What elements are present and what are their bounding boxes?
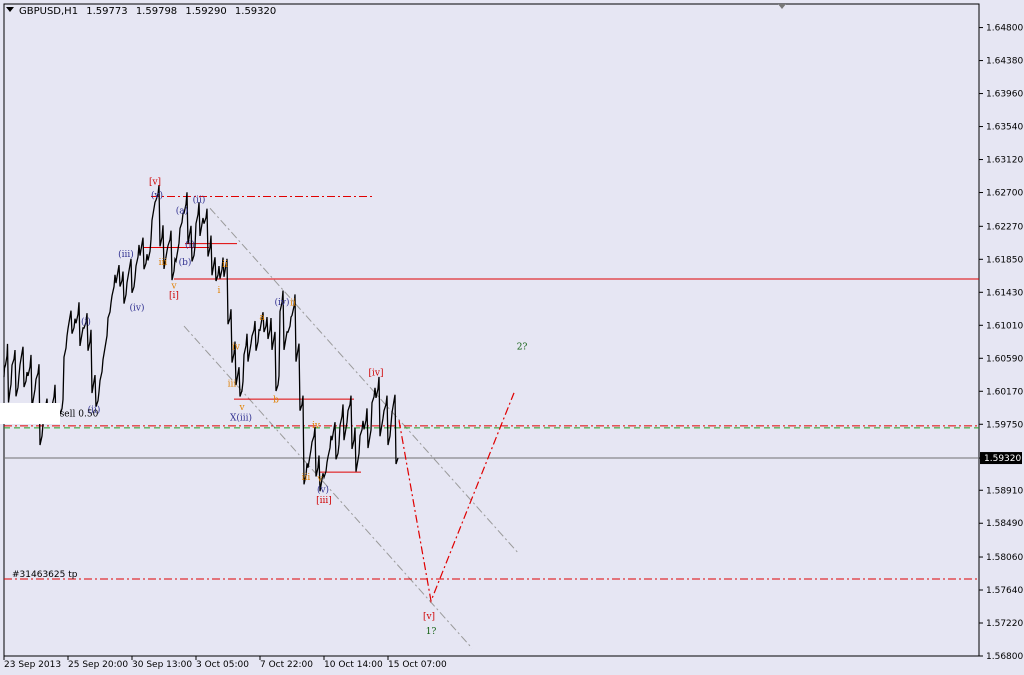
wave-label: v — [316, 475, 323, 485]
wave-label: i — [218, 286, 221, 296]
y-tick-label: 1.61010 — [986, 321, 1023, 331]
wave-label: X(iii) — [230, 412, 252, 423]
wave-label: (i) — [81, 317, 91, 328]
wave-label: (i) — [185, 240, 195, 251]
wave-label: iv — [232, 343, 241, 353]
wave-label: (b) — [179, 257, 192, 268]
wave-label: iii — [228, 380, 237, 390]
y-tick-label: 1.58490 — [986, 519, 1023, 529]
y-tick-label: 1.63540 — [986, 123, 1023, 133]
wave-label: [iii] — [316, 496, 332, 506]
wave-label: 1? — [426, 627, 437, 637]
wave-label: iii — [302, 473, 311, 483]
y-tick-label: 1.63120 — [986, 156, 1023, 166]
y-tick-label: 1.61850 — [986, 255, 1023, 265]
wave-label: (v) — [317, 485, 329, 496]
x-tick-label: 3 Oct 05:00 — [196, 660, 249, 670]
wave-label: sell 0.50 — [60, 409, 99, 419]
plot-frame — [3, 3, 980, 657]
y-tick-label: 1.62270 — [986, 222, 1023, 232]
y-tick-label: 1.58910 — [986, 486, 1023, 496]
x-tick-label: 30 Sep 13:00 — [132, 660, 192, 670]
wave-label: b — [273, 395, 279, 405]
projection-path — [398, 392, 515, 604]
channel-upper — [209, 207, 520, 555]
wave-label: [v] — [423, 612, 435, 622]
y-tick-label: 1.57640 — [986, 586, 1023, 596]
wave-label: a — [259, 313, 265, 323]
y-tick-label: 1.56800 — [986, 652, 1023, 662]
wave-label: ii — [222, 260, 228, 270]
scroll-marker-icon — [778, 4, 786, 9]
y-tick-label: 1.61430 — [986, 288, 1023, 298]
wave-label: iii — [159, 258, 168, 268]
x-tick-label: 10 Oct 14:00 — [324, 660, 383, 670]
y-tick-label: 1.60170 — [986, 387, 1023, 397]
y-tick-label: 1.57220 — [986, 619, 1023, 629]
wave-label: [v] — [149, 178, 161, 188]
chart[interactable]: GBPUSD,H1 1.59773 1.59798 1.59290 1.5932… — [0, 0, 1024, 675]
wave-label: ii — [290, 299, 296, 309]
y-tick-label: 1.60590 — [986, 354, 1023, 364]
wave-label: v — [238, 403, 245, 413]
current-price-label: 1.59320 — [984, 454, 1021, 464]
x-tick-label: 15 Oct 07:00 — [388, 660, 447, 670]
y-tick-label: 1.59750 — [986, 420, 1023, 430]
y-tick-label: 1.62700 — [986, 189, 1023, 199]
wave-label: (iv) — [275, 297, 290, 308]
x-tick-label: 7 Oct 22:00 — [260, 660, 313, 670]
wave-label: (iii) — [118, 249, 134, 260]
y-tick-label: 1.58060 — [986, 553, 1023, 563]
wave-label: (a) — [176, 206, 188, 217]
wave-label: (iv) — [130, 302, 145, 313]
x-tick-label: 25 Sep 20:00 — [68, 660, 128, 670]
wave-label: iv — [312, 421, 321, 431]
order-panel — [0, 403, 60, 424]
y-tick-label: 1.64800 — [986, 24, 1023, 34]
price-series — [3, 185, 399, 492]
level-label: #31463625 tp — [12, 570, 78, 580]
chart-canvas[interactable]: #31463625 tp[v](v)(a)(ii)(iii)(i)(b)iiiv… — [0, 0, 1024, 675]
wave-label: [i] — [169, 291, 179, 301]
wave-label: [iv] — [369, 369, 384, 379]
x-tick-label: 23 Sep 2013 — [4, 660, 61, 670]
wave-label: (ii) — [193, 195, 206, 206]
wave-label: 2? — [517, 343, 528, 353]
y-tick-label: 1.64380 — [986, 57, 1023, 67]
y-tick-label: 1.63960 — [986, 90, 1023, 100]
wave-label: (v) — [151, 190, 163, 201]
